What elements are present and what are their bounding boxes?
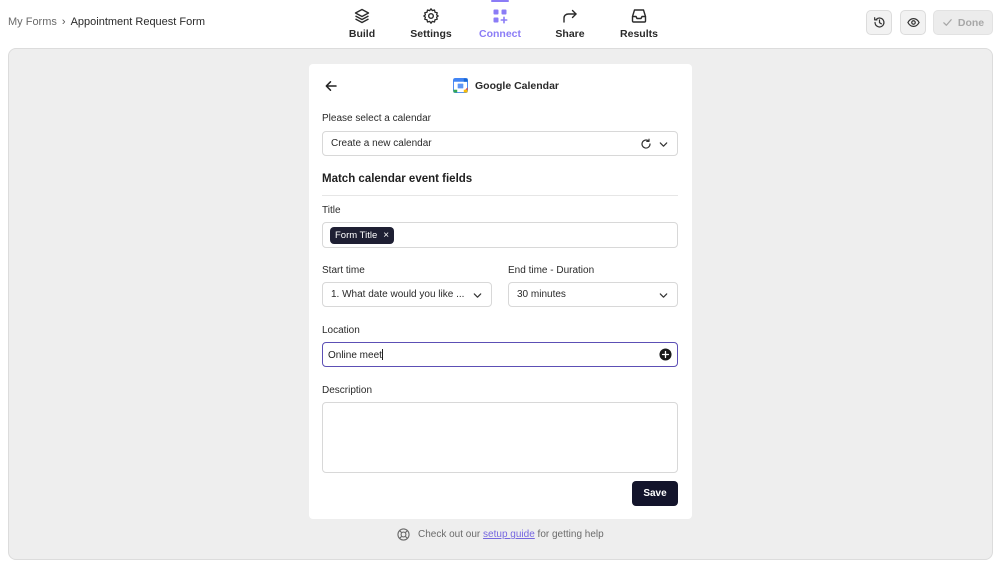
setup-guide-link[interactable]: setup guide [483, 529, 535, 540]
integration-card: Google Calendar Please select a calendar… [309, 64, 692, 519]
history-icon [873, 17, 885, 28]
section-title: Match calendar event fields [322, 173, 473, 185]
tab-results-label: Results [620, 28, 658, 40]
form-title-tag-label: Form Title [335, 230, 378, 241]
location-input[interactable]: Online meet [322, 342, 678, 367]
tab-share-label: Share [555, 28, 585, 40]
help-text: Check out our setup guide for getting he… [418, 529, 604, 540]
integration-title: Google Calendar [475, 80, 560, 92]
form-title-tag: Form Title × [330, 227, 395, 244]
location-label: Location [322, 325, 360, 336]
tab-connect-label: Connect [479, 28, 521, 40]
layers-icon [354, 8, 370, 24]
tab-settings[interactable]: Settings [410, 0, 452, 46]
help-prefix: Check out our [418, 529, 481, 540]
history-button[interactable] [866, 10, 892, 35]
tab-build[interactable]: Build [345, 0, 379, 46]
add-field-icon[interactable] [659, 348, 672, 361]
end-time-select[interactable]: 30 minutes [508, 282, 678, 307]
top-bar: My Forms › Appointment Request Form Buil… [0, 0, 1000, 46]
start-time-label: Start time [322, 265, 365, 276]
title-tag-field[interactable]: Form Title × [322, 222, 678, 248]
location-value-text: Online meet [328, 350, 382, 361]
save-button[interactable]: Save [632, 481, 678, 506]
start-time-select[interactable]: 1. What date would you like ... [322, 282, 492, 307]
eye-icon [906, 17, 920, 28]
calendar-select-value: Create a new calendar [331, 138, 432, 149]
end-time-label: End time - Duration [508, 265, 595, 276]
tab-connect[interactable]: Connect [479, 0, 521, 46]
calendar-select[interactable]: Create a new calendar [322, 131, 678, 156]
refresh-icon[interactable] [640, 138, 652, 150]
main-nav-tabs: Build Settings Connect Share Results [0, 0, 1000, 46]
chevron-down-icon [659, 142, 668, 147]
section-divider [322, 195, 678, 196]
location-input-value: Online meet [328, 349, 383, 361]
done-button-label: Done [957, 16, 985, 29]
share-arrow-icon [563, 9, 577, 23]
card-header: Google Calendar [309, 64, 692, 108]
description-textarea[interactable] [322, 402, 678, 473]
calendar-select-label: Please select a calendar [322, 113, 431, 124]
text-caret [381, 349, 383, 360]
tab-results[interactable]: Results [619, 0, 659, 46]
check-icon [943, 19, 952, 26]
title-field-label: Title [322, 205, 341, 216]
help-suffix: for getting help [537, 529, 604, 540]
tab-share[interactable]: Share [553, 0, 587, 46]
remove-tag-icon[interactable]: × [383, 230, 389, 241]
tab-settings-label: Settings [410, 28, 452, 40]
active-tab-indicator [491, 0, 509, 2]
chevron-down-icon [659, 293, 668, 298]
lifebuoy-icon [397, 528, 410, 541]
description-label: Description [322, 385, 373, 396]
gear-icon [423, 8, 439, 24]
tab-build-label: Build [348, 28, 376, 40]
back-arrow-icon[interactable] [323, 78, 339, 94]
google-calendar-logo-icon [453, 78, 468, 93]
chevron-down-icon [473, 293, 482, 298]
inbox-icon [631, 9, 647, 23]
done-button[interactable]: Done [933, 10, 993, 35]
help-footer: Check out our setup guide for getting he… [397, 528, 604, 541]
end-time-value: 30 minutes [517, 289, 566, 300]
apps-plus-icon [493, 9, 508, 24]
preview-button[interactable] [900, 10, 926, 35]
start-time-value: 1. What date would you like ... [331, 289, 465, 300]
